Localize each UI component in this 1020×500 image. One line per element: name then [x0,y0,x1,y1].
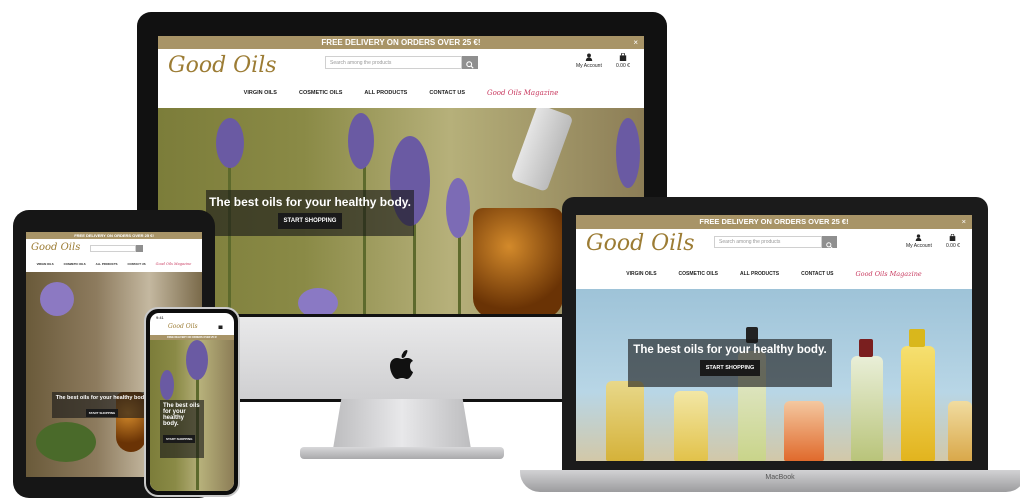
nav-magazine[interactable]: Good Oils Magazine [487,89,558,97]
account-label: My Account [576,63,602,69]
bag-icon [950,233,956,241]
search-button[interactable] [136,245,143,252]
hero-headline: The best oils for your healthy body. [209,195,411,209]
account-link[interactable]: My Account [906,234,932,249]
nav-all-products[interactable]: ALL PRODUCTS [96,262,118,266]
status-time: 9:41 [156,315,164,320]
nav-cosmetic-oils[interactable]: COSMETIC OILS [299,90,342,97]
cart-link[interactable]: 0.00 € [616,52,630,69]
start-shopping-button[interactable]: START SHOPPING [699,360,761,376]
search-icon [466,61,474,69]
hero-headline: The best oils for your healthy body. [55,395,149,401]
user-icon [916,234,922,241]
hero-section: The best oils for your healthy body. STA… [576,289,972,461]
search-input[interactable]: Search among the products [714,236,822,248]
bag-icon [619,52,627,61]
logo[interactable]: Good Oils [586,231,695,256]
search-input[interactable] [90,245,136,252]
iphone-screen: 9:41 Good Oils FREE DELIVERY ON ORDERS O… [150,313,234,491]
search-button[interactable] [462,56,478,69]
nav-virgin-oils[interactable]: VIRGIN OILS [244,90,277,97]
main-nav: VIRGIN OILS COSMETIC OILS ALL PRODUCTS C… [158,89,644,97]
start-shopping-button[interactable]: START SHOPPING [85,409,119,417]
search-button[interactable] [822,236,837,249]
imac-stand-neck [333,399,471,449]
hero-cta-box: The best oils for your healthy body. STA… [206,190,414,236]
macbook-screen: FREE DELIVERY ON ORDERS OVER 25 €! × Goo… [576,215,972,461]
search-input[interactable]: Search among the products [325,56,462,69]
nav-contact-us[interactable]: CONTACT US [128,262,146,266]
logo[interactable]: Good Oils [31,242,80,253]
account-link[interactable]: My Account [576,53,602,69]
apple-logo-icon [390,350,413,379]
banner-text: FREE DELIVERY ON ORDERS OVER 25 €! [74,233,154,238]
close-icon[interactable]: × [962,215,966,229]
imac-stand-base [300,447,504,459]
nav-magazine[interactable]: Good Oils Magazine [855,270,921,278]
nav-all-products[interactable]: ALL PRODUCTS [740,271,779,278]
nav-cosmetic-oils[interactable]: COSMETIC OILS [679,271,718,278]
banner-text: FREE DELIVERY ON ORDERS OVER 25 €! [167,336,217,339]
cart-link[interactable] [218,324,223,331]
nav-virgin-oils[interactable]: VIRGIN OILS [37,262,54,266]
delivery-banner: FREE DELIVERY ON ORDERS OVER 25 €! × [158,36,644,49]
logo[interactable]: Good Oils [168,53,277,78]
delivery-banner: FREE DELIVERY ON ORDERS OVER 25 €! × [576,215,972,229]
cart-total: 0.00 € [616,63,630,69]
main-nav: VIRGIN OILS COSMETIC OILS ALL PRODUCTS C… [26,262,202,266]
nav-contact-us[interactable]: CONTACT US [429,90,465,97]
search-icon [826,242,833,249]
cart-link[interactable]: 0.00 € [946,233,960,249]
nav-cosmetic-oils[interactable]: COSMETIC OILS [64,262,86,266]
hero-line-4: body. [163,421,179,427]
account-label: My Account [906,243,932,249]
nav-virgin-oils[interactable]: VIRGIN OILS [626,271,656,278]
hero-section: The best oils for your healthy body. STA… [150,340,234,491]
hero-headline: The best oils for your healthy body. [633,344,827,356]
cart-total: 0.00 € [946,243,960,249]
nav-contact-us[interactable]: CONTACT US [801,271,833,278]
start-shopping-button[interactable]: START SHOPPING [277,213,343,229]
hero-cta-box: The best oils for your healthy body. STA… [628,339,832,387]
close-icon[interactable]: × [633,36,638,49]
nav-all-products[interactable]: ALL PRODUCTS [364,90,407,97]
logo[interactable]: Good Oils [168,323,198,330]
main-nav: VIRGIN OILS COSMETIC OILS ALL PRODUCTS C… [576,270,972,278]
banner-text: FREE DELIVERY ON ORDERS OVER 25 €! [321,38,481,47]
nav-magazine[interactable]: Good Oils Magazine [156,262,192,266]
delivery-banner: FREE DELIVERY ON ORDERS OVER 25 €! [26,232,202,239]
hero-cta-box: The best oils for your healthy body. STA… [160,400,204,458]
banner-text: FREE DELIVERY ON ORDERS OVER 25 €! [699,217,849,226]
start-shopping-button[interactable]: START SHOPPING [163,435,196,443]
hero-cta-box: The best oils for your healthy body. STA… [52,392,152,418]
user-icon [585,53,593,61]
bag-icon [218,325,223,329]
macbook-brand: MacBook [765,474,795,481]
